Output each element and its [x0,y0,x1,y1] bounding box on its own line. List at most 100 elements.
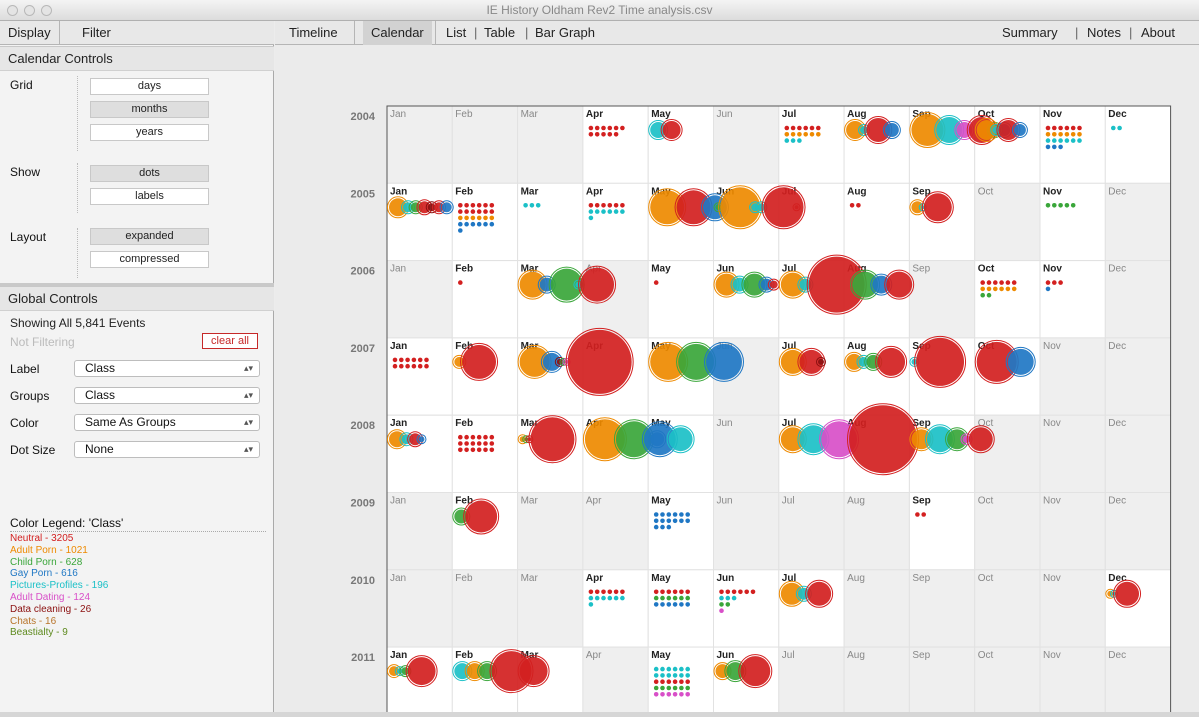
event-dot [483,209,488,214]
grid-days-button[interactable]: days [90,78,209,95]
month-label: Aug [847,496,865,507]
event-dot [790,125,796,131]
event-dot [620,209,625,214]
show-dots-button[interactable]: dots [90,165,209,182]
month-label: Dec [1108,650,1126,661]
event-dot [483,221,488,227]
tab-bar-graph[interactable]: Bar Graph [535,21,595,45]
tab-summary[interactable]: Summary [1002,21,1058,45]
event-bubble [407,657,436,686]
event-dot [458,280,463,285]
month-label: Apr [586,186,603,197]
month-label: Feb [455,573,473,584]
tab-calendar[interactable]: Calendar [363,21,432,45]
event-dot [613,203,619,208]
tab-separator [435,21,436,45]
event-dot [797,138,802,143]
event-dot [613,132,619,137]
month-label: Jun [717,496,733,507]
color-select[interactable]: Same As Groups ▴▾ [74,414,260,431]
select-arrows-icon: ▴▾ [243,417,253,427]
tab-timeline[interactable]: Timeline [289,21,338,45]
event-dot [653,666,659,672]
event-dot [489,441,495,446]
legend-title: Color Legend: 'Class' [10,516,124,530]
event-bubble [916,337,965,386]
event-dot [1117,125,1122,131]
event-bubble [794,205,799,210]
event-dot [470,221,476,227]
event-bubble [884,123,899,137]
color-select-value: Same As Groups [85,415,176,429]
month-label: Oct [978,573,994,584]
event-bubble [877,347,906,376]
calendar-view: Jan Feb Mar Apr May Jun Jul Aug Sep Oct Nov Dec 2004… [275,45,1199,717]
month-label: Feb [455,186,473,197]
event-dot [666,524,672,530]
event-dot [588,209,594,214]
zoom-window-button[interactable] [41,5,52,16]
show-labels-button[interactable]: labels [90,188,209,205]
event-dot [1058,203,1063,208]
event-dot [601,203,606,208]
layout-expanded-button[interactable]: expanded [90,228,209,245]
close-window-button[interactable] [7,5,18,16]
event-dot [666,679,672,684]
event-dot [1070,138,1076,143]
event-dot [809,132,815,137]
event-dot [653,673,659,678]
color-select-label: Color [10,416,39,430]
tab-notes[interactable]: Notes [1087,21,1121,45]
event-dot [986,292,992,298]
event-dot [607,132,613,137]
month-label: Aug [847,573,865,584]
label-select[interactable]: Class ▴▾ [74,360,260,377]
select-arrows-icon: ▴▾ [243,363,253,373]
event-dot [1077,125,1082,131]
event-dot [679,679,684,684]
month-label: Sep [912,650,930,661]
event-dot [1011,286,1017,292]
tab-filter[interactable]: Filter [74,21,119,45]
month-label: Jun [717,418,733,429]
month-label: Jan [390,573,406,584]
grid-years-button[interactable]: years [90,124,209,141]
event-dot [483,447,488,453]
month-label: Jan [390,650,407,661]
tab-separator: | [1129,25,1133,40]
layout-compressed-button[interactable]: compressed [90,251,209,268]
clear-all-button[interactable]: clear all [202,333,258,349]
event-dot [588,203,594,208]
month-label: Oct [978,186,994,197]
minimize-window-button[interactable] [24,5,35,16]
dotsize-select[interactable]: None ▴▾ [74,441,260,458]
event-dot [999,286,1004,292]
month-label: Apr [586,650,602,661]
event-bubble [668,427,693,452]
tab-about[interactable]: About [1141,21,1175,45]
month-label: Jan [390,264,406,275]
event-dot [672,589,678,595]
month-label: Nov [1043,341,1061,352]
event-bubble [740,656,771,687]
event-dot [1005,286,1011,292]
event-dot [476,434,482,440]
grid-months-button[interactable]: months [90,101,209,118]
year-label: 2011 [351,652,375,664]
event-dot [666,512,672,517]
month-label: May [651,264,671,275]
event-dot [1052,144,1057,150]
event-dot [999,280,1004,285]
event-dot [666,518,672,524]
event-dot [489,221,495,227]
groups-select[interactable]: Class ▴▾ [74,387,260,404]
event-dot [660,512,665,517]
event-dot [464,203,469,208]
event-dot [588,215,594,221]
event-bubble [465,500,498,533]
tab-display[interactable]: Display [0,21,60,45]
tab-list[interactable]: List [446,21,466,45]
tab-table[interactable]: Table [484,21,515,45]
event-bubble [441,202,452,213]
event-dot [1058,144,1063,150]
